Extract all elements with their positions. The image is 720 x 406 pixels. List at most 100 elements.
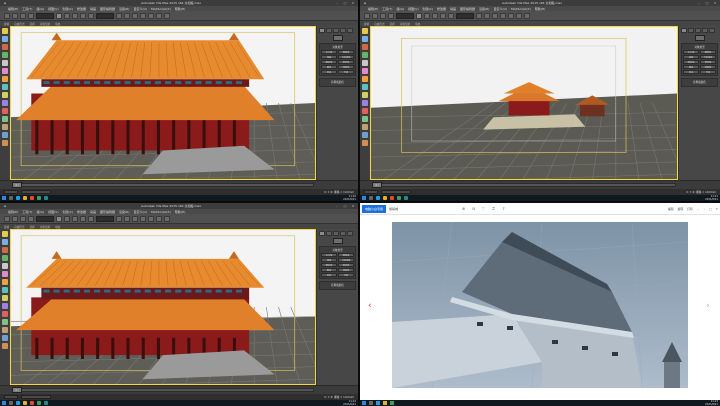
hierarchy-tab-icon[interactable] — [333, 28, 339, 33]
menu-item[interactable]: 视图(V) — [48, 210, 58, 214]
primitive-button[interactable]: 圆锥体 — [338, 50, 354, 54]
scene-explorer-tool-icon[interactable] — [361, 36, 368, 42]
select-by-name-icon[interactable] — [64, 12, 70, 19]
maximize-icon[interactable]: □ — [342, 1, 348, 5]
scene-explorer-tool-icon[interactable] — [1, 132, 8, 138]
scene-explorer-tool-icon[interactable] — [361, 60, 368, 66]
menu-item[interactable]: 动画 — [450, 7, 456, 11]
menu-item[interactable]: 渲染(R) — [479, 7, 489, 11]
primitive-button[interactable]: 四棱锥 — [338, 268, 354, 272]
3ds-max-taskbar-icon[interactable] — [404, 196, 408, 200]
render-setup-icon[interactable] — [156, 215, 162, 222]
menu-item[interactable]: 动画 — [90, 7, 96, 11]
viewport-label[interactable]: [+][透视][真实] — [373, 28, 395, 32]
taskbar-clock[interactable]: 11:20 2021/6/21 — [343, 195, 356, 201]
scene-explorer-tool-icon[interactable] — [1, 247, 8, 253]
primitive-button[interactable]: 球体 — [321, 55, 337, 59]
ribbon-tab[interactable]: 选择 — [30, 22, 35, 26]
zoom-in-icon[interactable]: ⊕ — [461, 206, 466, 211]
primitive-button[interactable]: 茶壶 — [683, 70, 699, 74]
wechat-icon[interactable] — [37, 196, 41, 200]
search-icon[interactable] — [9, 401, 13, 405]
time-track[interactable] — [12, 388, 314, 392]
share-icon[interactable]: ⇪ — [501, 206, 506, 211]
wechat-icon[interactable] — [37, 401, 41, 405]
redo-icon[interactable] — [12, 215, 18, 222]
primitive-button[interactable]: 几何球体 — [338, 258, 354, 262]
move-icon[interactable] — [72, 215, 78, 222]
undo-icon[interactable] — [364, 12, 370, 19]
select-object-icon[interactable] — [416, 12, 422, 19]
render-icon[interactable] — [164, 215, 170, 222]
taskbar-clock[interactable]: 11:22 2021/6/21 — [343, 400, 356, 406]
close-icon[interactable]: ✕ — [716, 207, 718, 211]
scene-explorer-tool-icon[interactable] — [1, 124, 8, 130]
menu-item[interactable]: 图形编辑器 — [460, 7, 475, 11]
mirror-icon[interactable] — [492, 12, 498, 19]
scene-explorer-tool-icon[interactable] — [1, 36, 8, 42]
display-tab-icon[interactable] — [347, 231, 353, 236]
scene-explorer-tool-icon[interactable] — [361, 100, 368, 106]
motion-tab-icon[interactable] — [702, 28, 708, 33]
geometry-category-icon[interactable] — [332, 35, 343, 41]
menu-item[interactable]: 视图(V) — [48, 7, 58, 11]
scene-explorer-tool-icon[interactable] — [1, 108, 8, 114]
windows-start-icon[interactable] — [2, 196, 6, 200]
select-object-icon[interactable] — [56, 12, 62, 19]
scene-explorer-tool-icon[interactable] — [361, 108, 368, 114]
edit-button[interactable]: 编辑 — [668, 207, 674, 211]
minimize-icon[interactable]: – — [334, 1, 340, 5]
ribbon-tab[interactable]: 填充 — [415, 22, 420, 26]
app-icon[interactable]: ◈ — [2, 1, 8, 5]
reference-coord-dropdown[interactable] — [456, 12, 474, 19]
file-explorer-icon[interactable] — [23, 196, 27, 200]
select-object-icon[interactable] — [56, 215, 62, 222]
primitive-button[interactable]: 四棱锥 — [700, 65, 716, 69]
3ds-max-taskbar-icon[interactable] — [44, 401, 48, 405]
primitive-button[interactable]: 茶壶 — [321, 70, 337, 74]
scene-explorer-tool-icon[interactable] — [1, 52, 8, 58]
menu-item[interactable]: 创建(C) — [63, 210, 73, 214]
scene-explorer-tool-icon[interactable] — [361, 84, 368, 90]
scene-explorer-tool-icon[interactable] — [1, 327, 8, 333]
minimize-icon[interactable]: – — [704, 207, 705, 211]
scene-explorer-tool-icon[interactable] — [1, 140, 8, 146]
rollout-title[interactable]: 对象类型 — [683, 45, 716, 49]
file-explorer-icon[interactable] — [383, 401, 387, 405]
maxscript-listener[interactable] — [4, 190, 18, 194]
ribbon-tab[interactable]: 自由形式 — [14, 22, 24, 26]
render-icon[interactable] — [164, 12, 170, 19]
menu-item[interactable]: 创建(C) — [63, 7, 73, 11]
next-image-icon[interactable]: › — [706, 301, 714, 311]
palace-3d-model[interactable] — [11, 230, 315, 384]
primitive-button[interactable]: 平面 — [700, 70, 716, 74]
ribbon-tab[interactable]: 选择 — [390, 22, 395, 26]
menu-item[interactable]: 编辑(E) — [8, 210, 18, 214]
reference-coord-dropdown[interactable] — [96, 12, 114, 19]
mirror-icon[interactable] — [132, 12, 138, 19]
edge-browser-icon[interactable] — [376, 196, 380, 200]
scene-explorer-tool-icon[interactable] — [1, 68, 8, 74]
office-icon[interactable] — [30, 401, 34, 405]
scene-explorer-tool-icon[interactable] — [361, 76, 368, 82]
ribbon-tab[interactable]: 建模 — [4, 22, 9, 26]
scene-explorer-tool-icon[interactable] — [1, 311, 8, 317]
rotate-icon[interactable] — [80, 215, 86, 222]
menu-item[interactable]: 图形编辑器 — [100, 210, 115, 214]
unlink-icon[interactable] — [28, 215, 34, 222]
close-icon[interactable]: ✕ — [712, 1, 718, 5]
angle-snap-icon[interactable] — [124, 12, 130, 19]
menu-item[interactable]: MAXScript(X) — [151, 210, 171, 214]
heart-icon[interactable]: ♡ — [481, 206, 486, 211]
more-icon[interactable]: ⋯ — [697, 207, 700, 211]
search-icon[interactable] — [9, 196, 13, 200]
viewport-label[interactable]: [+][透视][真实] — [13, 28, 35, 32]
primitive-button[interactable]: 管状体 — [338, 263, 354, 267]
render-icon[interactable] — [524, 12, 530, 19]
move-icon[interactable] — [72, 12, 78, 19]
motion-tab-icon[interactable] — [340, 28, 346, 33]
mirror-icon[interactable] — [132, 215, 138, 222]
scene-explorer-tool-icon[interactable] — [1, 60, 8, 66]
ribbon-tab[interactable]: 对象绘制 — [400, 22, 410, 26]
ribbon-tab[interactable]: 选择 — [30, 225, 35, 229]
